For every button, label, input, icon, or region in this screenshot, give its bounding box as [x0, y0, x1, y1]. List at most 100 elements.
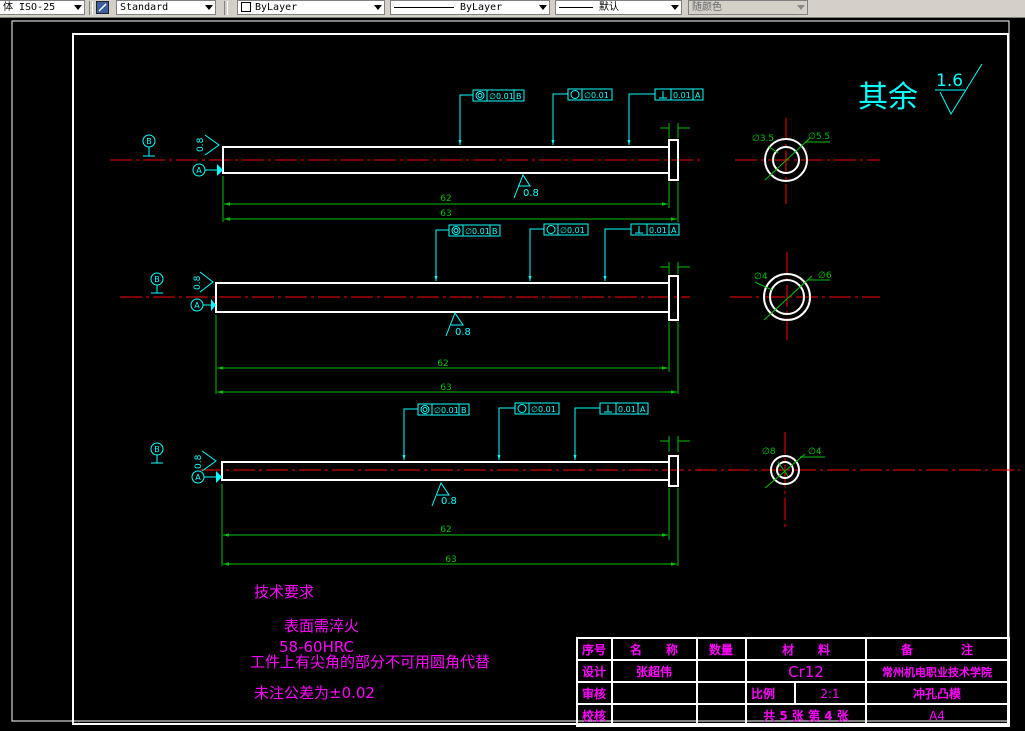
dim-shaft-length: 62	[437, 359, 448, 369]
gtol-datum: A	[640, 405, 646, 414]
text-style-icon[interactable]	[96, 1, 109, 14]
circularity-icon	[570, 90, 580, 99]
datum-a-label: A	[195, 473, 201, 482]
pin-view-3: B A 0.8 0.8 ∅0.01 B ∅0.01 0.01 A 62 63 ∅…	[150, 402, 1020, 566]
plotstyle-select[interactable]: 随颜色	[688, 0, 808, 15]
chevron-down-icon	[539, 5, 547, 10]
roughness-symbol-icon	[201, 450, 217, 472]
end-roughness: 0.8	[193, 275, 203, 290]
end-roughness: 0.8	[196, 137, 206, 152]
chevron-down-icon	[797, 5, 805, 10]
end-roughness: 0.8	[194, 454, 204, 469]
toolbar-separator	[89, 1, 93, 15]
dim-shaft-length: 62	[440, 525, 451, 535]
pin-head	[668, 455, 679, 487]
lineweight-value: 默认	[599, 2, 619, 13]
sheet-count: 共 5 张 第 4 张	[763, 708, 850, 723]
material-value: Cr12	[788, 663, 824, 681]
concentricity-icon	[420, 405, 430, 414]
gtol-concentricity: ∅0.01 B	[434, 224, 501, 281]
datum-b-label: B	[146, 137, 152, 146]
scale-value: 2:1	[820, 687, 839, 701]
outer-diameter: ∅5.5	[808, 132, 830, 142]
datum-a-label: A	[194, 301, 200, 310]
scale-label: 比例	[751, 686, 775, 701]
gtol-concentricity: ∅0.01 B	[402, 403, 470, 460]
chevron-down-icon	[374, 5, 382, 10]
layer-color-value: ByLayer	[255, 2, 298, 13]
pin-view-2: B A 0.8 0.8 ∅0.01 B ∅0.01 0.01 A 62 63 ∅…	[120, 223, 880, 394]
datum-a-label: A	[196, 166, 202, 175]
gtol-datum: A	[695, 91, 701, 100]
pin-head	[668, 275, 679, 321]
outer-diameter: ∅4	[808, 447, 822, 457]
gtol-circularity: ∅0.01	[551, 88, 613, 145]
hole-diameter: ∅3.5	[752, 134, 774, 144]
tech-req-line: 工件上有尖角的部分不可用圆角代替	[250, 653, 490, 671]
line-sample-icon	[394, 6, 454, 8]
gtol-circularity: ∅0.01	[497, 402, 560, 460]
hole-diameter: ∅4	[754, 272, 768, 282]
check-label: 校核	[582, 708, 606, 723]
textstyle-select[interactable]: Standard	[116, 0, 216, 15]
color-swatch-icon	[241, 2, 251, 12]
outer-frame	[11, 20, 1010, 722]
linetype-value: ByLayer	[460, 2, 503, 13]
hole-diameter: ∅8	[762, 447, 776, 457]
school-name: 常州机电职业技术学院	[882, 665, 992, 679]
dim-total-length: 63	[445, 555, 456, 565]
concentricity-icon	[475, 91, 485, 100]
properties-toolbar: 体 ISO-25 Standard ByLayer ByLayer 默认 随颜色	[0, 0, 1025, 18]
pin-shaft	[221, 461, 670, 481]
plotstyle-value: 随颜色	[692, 2, 722, 13]
circularity-icon	[517, 404, 527, 413]
inner-frame	[72, 33, 1009, 725]
gtol-circularity: ∅0.01	[528, 223, 589, 281]
gtol-datum: B	[492, 227, 498, 236]
dim-total-length: 63	[440, 209, 451, 219]
gtol-tolerance: 0.01	[618, 405, 636, 414]
chevron-down-icon	[671, 5, 679, 10]
header-name: 名 称	[630, 642, 678, 657]
gtol-concentricity: ∅0.01 B	[458, 89, 525, 145]
drawing-canvas[interactable]: 其余 1.6 B A 0.8 0.8 ∅0.01 B ∅0.01 0.01 A …	[0, 17, 1025, 731]
linetype-select[interactable]: ByLayer	[390, 0, 550, 15]
technical-requirements: 技术要求 表面需淬火 58-60HRC 工件上有尖角的部分不可用圆角代替 未注公…	[250, 583, 490, 702]
layer-color-select[interactable]: ByLayer	[237, 0, 385, 15]
part-name: 冲孔凸模	[913, 686, 962, 701]
general-roughness-note: 其余 1.6	[858, 63, 983, 116]
gtol-datum: B	[516, 92, 522, 101]
gtol-perpendicularity: 0.01 A	[603, 223, 680, 281]
perpendicularity-icon	[604, 405, 612, 413]
lineweight-select[interactable]: 默认	[555, 0, 682, 15]
gtol-perpendicularity: 0.01 A	[627, 88, 704, 145]
review-label: 审核	[582, 686, 606, 701]
chevron-down-icon	[205, 5, 213, 10]
surface-roughness: 0.8	[455, 327, 471, 338]
paper-size: A4	[929, 709, 945, 723]
outer-diameter: ∅6	[818, 271, 832, 281]
header-seq: 序号	[582, 642, 606, 657]
tech-req-line: 未注公差为±0.02	[254, 684, 375, 702]
header-remark: 备 注	[900, 642, 973, 657]
circularity-icon	[546, 225, 556, 234]
dim-shaft-length: 62	[440, 194, 451, 204]
title-block: 序号 名 称 数量 材 料 备 注 设计 张超伟 常州机电职业技术学院 审核 比…	[576, 637, 1010, 727]
designer-name: 张超伟	[636, 664, 672, 679]
gtol-tolerance: ∅0.01	[434, 406, 459, 415]
gtol-perpendicularity: 0.01 A	[573, 402, 649, 460]
designer-label: 设计	[582, 664, 606, 679]
textstyle-value: Standard	[120, 2, 169, 13]
gtol-tolerance: 0.01	[673, 91, 691, 100]
tech-req-line: 表面需淬火	[284, 617, 359, 635]
concentricity-icon	[451, 226, 461, 235]
pin-view-1: B A 0.8 0.8 ∅0.01 B ∅0.01 0.01 A 62 63 ∅…	[110, 88, 880, 222]
perpendicularity-icon	[659, 91, 667, 99]
surface-roughness: 0.8	[523, 188, 539, 199]
tech-req-title: 技术要求	[254, 583, 314, 601]
line-sample-icon	[559, 6, 593, 8]
gtol-tolerance: ∅0.01	[531, 405, 556, 414]
gtol-datum: B	[461, 406, 467, 415]
gtol-datum: A	[671, 226, 677, 235]
dimstyle-select[interactable]: 体 ISO-25	[0, 0, 85, 15]
